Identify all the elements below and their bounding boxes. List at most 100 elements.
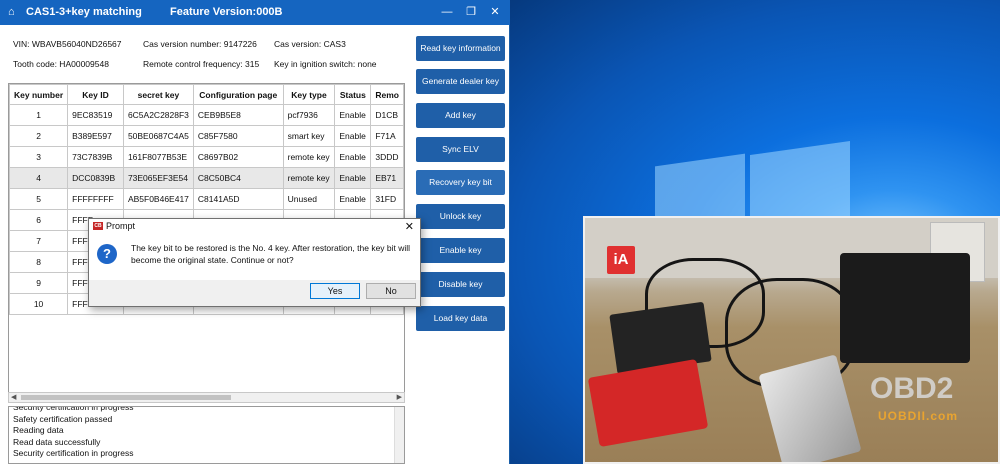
table-cell: 161F8077B53E	[122, 146, 194, 168]
recovery-key-bit-button[interactable]: Recovery key bit	[416, 170, 505, 195]
webcam-photo: iA	[583, 216, 1000, 464]
restore-icon[interactable]: ❐	[464, 5, 478, 19]
read-key-information-button[interactable]: Read key information	[416, 36, 505, 61]
dialog-title: Prompt	[106, 221, 136, 231]
load-key-data-button[interactable]: Load key data	[416, 306, 505, 331]
table-cell: 3DDD	[370, 146, 404, 168]
column-header[interactable]: secret key	[122, 84, 194, 105]
log-scrollbar[interactable]	[394, 407, 404, 463]
title-bar: ⌂ CAS1-3+key matching Feature Version:00…	[0, 0, 510, 25]
column-header[interactable]: Configuration page	[192, 84, 284, 105]
question-icon: ?	[97, 244, 117, 264]
red-programmer-device	[587, 358, 709, 448]
sync-elv-button[interactable]: Sync ELV	[416, 137, 505, 162]
ia-logo: iA	[607, 246, 635, 274]
table-cell: 3	[9, 146, 69, 168]
dialog-body: ? The key bit to be restored is the No. …	[89, 235, 420, 280]
log-panel: Security certification in progress Safety…	[8, 406, 405, 464]
dialog-message: The key bit to be restored is the No. 4 …	[131, 243, 411, 265]
table-cell: 50BE0687C4A5	[122, 125, 194, 147]
key-programmer-device	[758, 354, 862, 462]
prompt-dialog: CB Prompt ✕ ? The key bit to be restored…	[88, 218, 421, 307]
table-cell: C8C50BC4	[192, 167, 284, 189]
table-cell: CEB9B5E8	[192, 104, 284, 126]
table-cell: Unused	[282, 188, 336, 210]
table-cell: D1CB	[370, 104, 404, 126]
minimize-icon[interactable]: —	[440, 5, 454, 19]
table-cell: 5	[9, 188, 69, 210]
window-title: CAS1-3+key matching	[26, 6, 142, 18]
feature-version: Feature Version:000B	[170, 6, 283, 18]
table-cell: 7	[9, 230, 69, 252]
column-header[interactable]: Key number	[9, 84, 69, 105]
generate-dealer-key-button[interactable]: Generate dealer key	[416, 69, 505, 94]
table-row[interactable]: 3 73C7839B 161F8077B53E C8697B02 remote key E…	[9, 146, 404, 168]
table-cell: AB5F0B46E417	[122, 188, 194, 210]
cas-version-number: Cas version number: 9147226	[143, 39, 257, 49]
column-header[interactable]: Key type	[282, 84, 336, 105]
table-cell: B389E597	[67, 125, 124, 147]
vin-label: VIN: WBAVB56040ND26567	[13, 39, 122, 49]
tooth-code: Tooth code: HA00009548	[13, 59, 109, 69]
column-header[interactable]: Status	[334, 84, 372, 105]
add-key-button[interactable]: Add key	[416, 103, 505, 128]
column-header[interactable]: Remo	[370, 84, 404, 105]
table-row[interactable]: 1 9EC83519 6C5A2C2828F3 CEB9B5E8 pcf7936 Enab…	[9, 104, 404, 126]
table-cell: pcf7936	[282, 104, 336, 126]
scroll-right-icon[interactable]: ▶	[397, 393, 402, 402]
table-cell: Enable	[334, 125, 372, 147]
table-cell: 8	[9, 251, 69, 273]
table-cell: Enable	[334, 188, 372, 210]
remote-frequency: Remote control frequency: 315	[143, 59, 260, 69]
home-icon[interactable]: ⌂	[8, 6, 15, 18]
log-line: Security certification in progress	[13, 406, 134, 412]
enable-key-button[interactable]: Enable key	[416, 238, 505, 263]
unlock-key-button[interactable]: Unlock key	[416, 204, 505, 229]
table-cell: 73C7839B	[67, 146, 124, 168]
disable-key-button[interactable]: Disable key	[416, 272, 505, 297]
no-button[interactable]: No	[366, 283, 416, 299]
table-cell: Enable	[334, 167, 372, 189]
table-cell: C8697B02	[192, 146, 284, 168]
table-cell: 9	[9, 272, 69, 294]
table-cell: Enable	[334, 146, 372, 168]
table-cell: FFFFFFFF	[67, 188, 124, 210]
table-row[interactable]: 4 DCC0839B 73E065EF3E54 C8C50BC4 remote key E…	[9, 167, 404, 189]
table-cell: 2	[9, 125, 69, 147]
table-cell: 1	[9, 104, 69, 126]
fuse-box-module	[840, 253, 970, 363]
table-cell: 4	[9, 167, 69, 189]
vehicle-info-panel: VIN: WBAVB56040ND26567 Cas version numbe…	[0, 25, 410, 80]
table-cell: 31FD	[370, 188, 404, 210]
cas-version: Cas version: CAS3	[274, 39, 346, 49]
table-cell: 73E065EF3E54	[122, 167, 194, 189]
column-header[interactable]: Key ID	[67, 84, 124, 105]
table-cell: DCC0839B	[67, 167, 124, 189]
watermark-site: UOBDII.com	[878, 409, 959, 423]
log-line: Reading data	[13, 425, 64, 435]
table-cell: smart key	[282, 125, 336, 147]
dialog-title-bar: CB Prompt ✕	[89, 219, 420, 235]
table-cell: 6C5A2C2828F3	[122, 104, 194, 126]
horizontal-scrollbar[interactable]: ◀ ▶	[8, 392, 405, 403]
table-cell: 10	[9, 293, 69, 315]
dialog-footer: Yes No	[89, 280, 420, 306]
table-cell: F71A	[370, 125, 404, 147]
yes-button[interactable]: Yes	[310, 283, 360, 299]
log-line: Security certification in progress	[13, 448, 134, 458]
log-line: Safety certification passed	[13, 413, 113, 424]
table-cell: remote key	[282, 146, 336, 168]
table-cell: C85F7580	[192, 125, 284, 147]
close-icon[interactable]: ✕	[488, 5, 502, 19]
table-cell: 9EC83519	[67, 104, 124, 126]
table-cell: C8141A5D	[192, 188, 284, 210]
log-line: Read data successfully	[13, 436, 101, 447]
scroll-left-icon[interactable]: ◀	[11, 393, 16, 402]
watermark-brand: OBD2	[870, 372, 954, 405]
scrollbar-thumb[interactable]	[21, 395, 231, 400]
table-cell: 6	[9, 209, 69, 231]
table-row[interactable]: 5 FFFFFFFF AB5F0B46E417 C8141A5D Unused Enabl…	[9, 188, 404, 210]
table-cell: remote key	[282, 167, 336, 189]
table-row[interactable]: 2 B389E597 50BE0687C4A5 C85F7580 smart key En…	[9, 125, 404, 147]
dialog-close-icon[interactable]: ✕	[405, 220, 414, 233]
